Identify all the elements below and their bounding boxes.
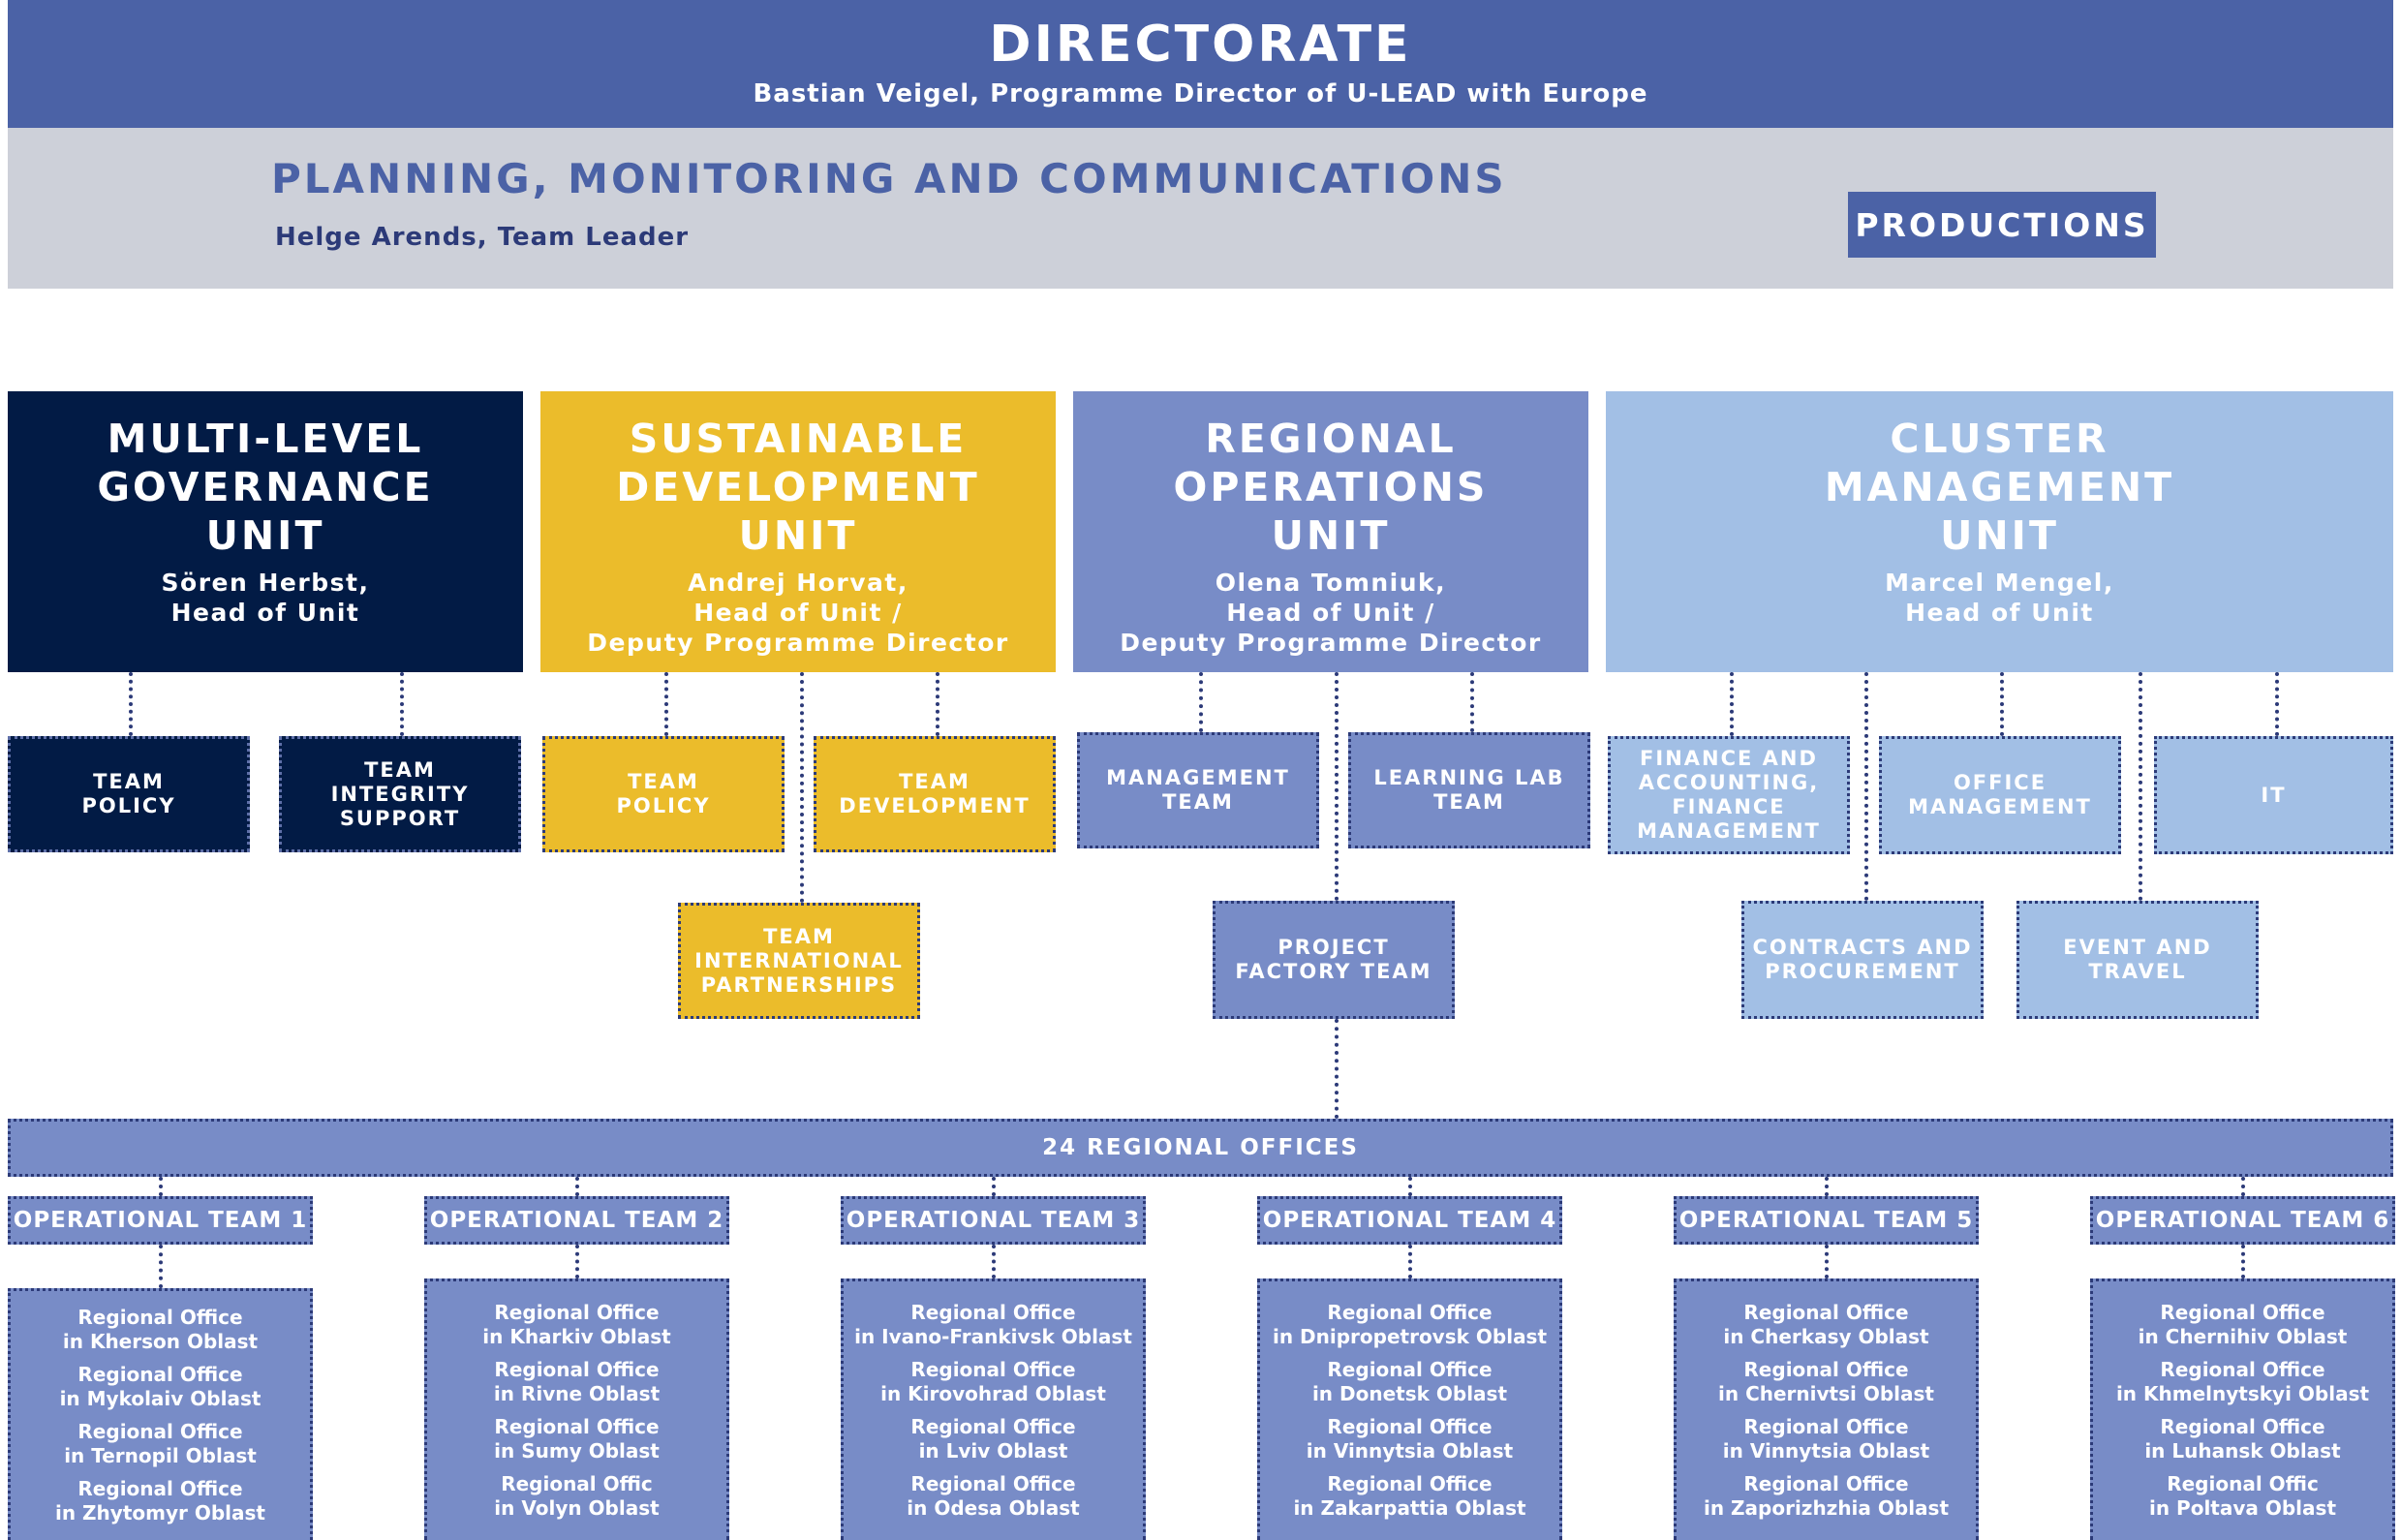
regional-office: Regional Office in Kharkiv Oblast (482, 1300, 671, 1348)
connector-line (575, 1245, 579, 1278)
connector-line (664, 672, 668, 736)
directorate-header: DIRECTORATE Bastian Veigel, Programme Di… (8, 0, 2393, 128)
unit-title: REGIONAL OPERATIONS UNIT (1173, 416, 1489, 559)
regional-office: Regional Office in Donetsk Oblast (1311, 1357, 1508, 1405)
cluster-management-unit: CLUSTER MANAGEMENT UNIT Marcel Mengel, Head… (1606, 391, 2393, 672)
connector-line (2241, 1177, 2245, 1196)
unit-title: CLUSTER MANAGEMENT UNIT (1824, 416, 2175, 559)
regional-office: Regional Office in Ivano-Frankivsk Oblast (854, 1300, 1132, 1348)
event-travel-team: EVENT AND TRAVEL (2016, 901, 2259, 1019)
it-team: IT (2154, 736, 2393, 854)
regional-offices-team-3: Regional Office in Ivano-Frankivsk Oblast… (841, 1278, 1146, 1540)
regional-office: Regional Office in Sumy Oblast (494, 1414, 660, 1463)
regional-office: Regional Office in Odesa Oblast (907, 1471, 1080, 1520)
project-factory-team: PROJECT FACTORY TEAM (1213, 901, 1455, 1019)
office-management-team: OFFICE MANAGEMENT (1879, 736, 2121, 854)
operational-team-5: OPERATIONAL TEAM 5 (1674, 1196, 1979, 1245)
regional-office: Regional Offic in Poltava Oblast (2149, 1471, 2336, 1520)
regional-office: Regional Office in Zhytomyr Oblast (55, 1476, 265, 1525)
connector-line (1335, 672, 1339, 901)
regional-offices-team-2: Regional Office in Kharkiv Oblast Regiona… (424, 1278, 729, 1540)
planning-monitoring-communications-section: PLANNING, MONITORING AND COMMUNICATIONS … (8, 128, 2393, 289)
regional-office: Regional Office in Chernihiv Oblast (2138, 1300, 2348, 1348)
connector-line (1408, 1177, 1412, 1196)
regional-office: Regional Office in Vinnytsia Oblast (1722, 1414, 1930, 1463)
regional-offices-team-6: Regional Office in Chernihiv Oblast Regio… (2090, 1278, 2395, 1540)
regional-office: Regional Office in Cherkasy Oblast (1723, 1300, 1929, 1348)
finance-accounting-team: FINANCE AND ACCOUNTING, FINANCE MANAGEMENT (1608, 736, 1850, 854)
connector-line (129, 672, 133, 736)
connector-line (2139, 672, 2142, 901)
regional-operations-unit: REGIONAL OPERATIONS UNIT Olena Tomniuk, Hea… (1073, 391, 1588, 672)
regional-office: Regional Office in Chernivtsi Oblast (1718, 1357, 1934, 1405)
regional-office: Regional Office in Khmelnytskyi Oblast (2115, 1357, 2370, 1405)
operational-team-1: OPERATIONAL TEAM 1 (8, 1196, 313, 1245)
regional-offices-team-5: Regional Office in Cherkasy Oblast Region… (1674, 1278, 1979, 1540)
regional-office: Regional Office in Dnipropetrovsk Oblast (1272, 1300, 1548, 1348)
directorate-title: DIRECTORATE (989, 15, 1412, 74)
team-integrity-support: TEAM INTEGRITY SUPPORT (279, 736, 521, 852)
multi-level-governance-unit: MULTI-LEVEL GOVERNANCE UNIT Sören Herbst, H… (8, 391, 523, 672)
productions-box: PRODUCTIONS (1848, 192, 2156, 258)
connector-line (1730, 672, 1734, 736)
connector-line (2241, 1245, 2245, 1278)
connector-line (159, 1177, 163, 1196)
connector-line (2275, 672, 2279, 736)
team-policy-sd: TEAM POLICY (542, 736, 785, 852)
connector-line (400, 672, 404, 736)
connector-line (1470, 672, 1474, 732)
connector-line (1825, 1177, 1829, 1196)
contracts-procurement-team: CONTRACTS AND PROCUREMENT (1741, 901, 1984, 1019)
unit-head: Andrej Horvat, Head of Unit / Deputy Progr… (587, 569, 1009, 657)
connector-line (2000, 672, 2004, 736)
regional-office: Regional Office in Zaporizhzhia Oblast (1703, 1471, 1950, 1520)
regional-office: Regional Office in Kherson Oblast (62, 1305, 259, 1353)
regional-office: Regional Office in Vinnytsia Oblast (1306, 1414, 1514, 1463)
unit-head: Marcel Mengel, Head of Unit (1885, 569, 2114, 627)
connector-line (992, 1177, 996, 1196)
connector-line (575, 1177, 579, 1196)
connector-line (1825, 1245, 1829, 1278)
connector-line (1864, 672, 1868, 901)
pmc-title: PLANNING, MONITORING AND COMMUNICATIONS (271, 155, 1507, 202)
learning-lab-team: LEARNING LAB TEAM (1348, 732, 1590, 848)
regional-offices-team-4: Regional Office in Dnipropetrovsk Oblast … (1257, 1278, 1562, 1540)
connector-line (800, 672, 804, 903)
unit-head: Olena Tomniuk, Head of Unit / Deputy Progr… (1120, 569, 1542, 657)
management-team: MANAGEMENT TEAM (1077, 732, 1319, 848)
connector-line (1335, 1019, 1339, 1119)
pmc-team-leader: Helge Arends, Team Leader (275, 223, 690, 252)
connector-line (1408, 1245, 1412, 1278)
sustainable-development-unit: SUSTAINABLE DEVELOPMENT UNIT Andrej Horvat… (540, 391, 1056, 672)
connector-line (1199, 672, 1203, 732)
regional-offices-team-1: Regional Office in Kherson Oblast Regiona… (8, 1288, 313, 1540)
unit-title: SUSTAINABLE DEVELOPMENT UNIT (616, 416, 980, 559)
regional-office: Regional Offic in Volyn Oblast (494, 1471, 660, 1520)
unit-title: MULTI-LEVEL GOVERNANCE UNIT (97, 416, 434, 559)
team-policy-mlg: TEAM POLICY (8, 736, 250, 852)
unit-head: Sören Herbst, Head of Unit (161, 569, 370, 627)
connector-line (992, 1245, 996, 1278)
regional-office: Regional Office in Ternopil Oblast (64, 1419, 257, 1467)
operational-team-3: OPERATIONAL TEAM 3 (841, 1196, 1146, 1245)
regional-office: Regional Office in Lviv Oblast (910, 1414, 1076, 1463)
regional-office: Regional Office in Mykolaiv Oblast (59, 1362, 262, 1410)
directorate-subtitle: Bastian Veigel, Programme Director of U-… (753, 79, 1648, 108)
regional-office: Regional Office in Zakarpattia Oblast (1293, 1471, 1526, 1520)
team-international-partnerships: TEAM INTERNATIONAL PARTNERSHIPS (678, 903, 920, 1019)
regional-office: Regional Office in Luhansk Oblast (2144, 1414, 2341, 1463)
team-development: TEAM DEVELOPMENT (814, 736, 1056, 852)
regional-offices-bar: 24 REGIONAL OFFICES (8, 1119, 2393, 1177)
operational-team-2: OPERATIONAL TEAM 2 (424, 1196, 729, 1245)
regional-office: Regional Office in Kirovohrad Oblast (880, 1357, 1106, 1405)
operational-team-4: OPERATIONAL TEAM 4 (1257, 1196, 1562, 1245)
regional-office: Regional Office in Rivne Oblast (493, 1357, 661, 1405)
connector-line (936, 672, 939, 736)
operational-team-6: OPERATIONAL TEAM 6 (2090, 1196, 2395, 1245)
connector-line (159, 1245, 163, 1288)
